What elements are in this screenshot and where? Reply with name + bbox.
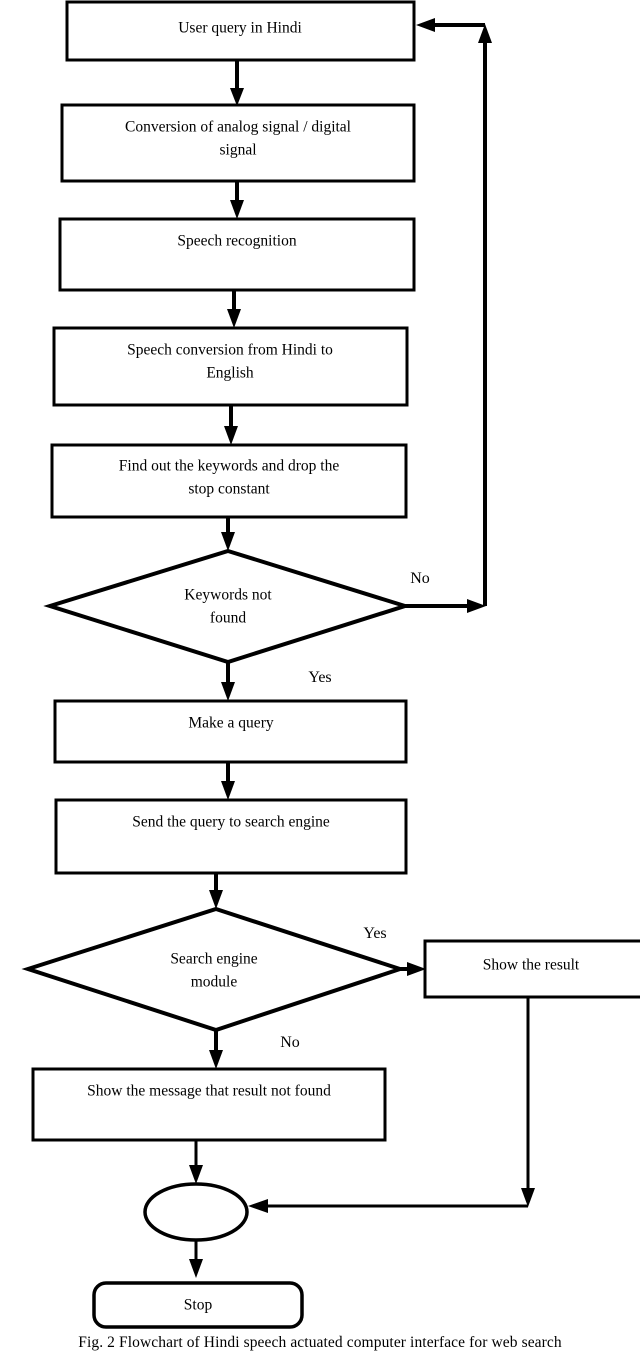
node-find-keywords-label-line2: stop constant	[188, 481, 270, 498]
edge-conversion-to-recognition	[230, 181, 244, 219]
node-make-query: Make a query	[53, 699, 408, 764]
edge-show-message-to-connector	[189, 1141, 203, 1184]
edge-label-search-no: No	[280, 1034, 300, 1051]
edge-recognition-to-conversion-english	[227, 290, 241, 328]
node-find-keywords: Find out the keywords and drop the stop …	[50, 443, 408, 519]
node-speech-conversion-label-line2: English	[206, 365, 254, 382]
node-stop: Stop	[92, 1281, 304, 1329]
flowchart-figure: User query in Hindi Conversion of analog…	[0, 0, 640, 1362]
node-show-message-label: Show the message that result not found	[87, 1083, 331, 1100]
edge-label-search-yes: Yes	[363, 925, 386, 942]
edge-conversion-english-to-keywords	[224, 405, 238, 445]
node-send-query: Send the query to search engine	[54, 798, 408, 875]
node-make-query-label: Make a query	[188, 715, 273, 732]
node-speech-conversion-label-line1: Speech conversion from Hindi to	[127, 342, 333, 359]
node-keywords-decision-label-line2: found	[210, 610, 246, 627]
edge-search-no-to-show-message	[209, 1030, 223, 1069]
node-show-message: Show the message that result not found	[31, 1067, 387, 1142]
edge-connector-to-stop	[189, 1240, 203, 1278]
flowchart-canvas: User query in Hindi Conversion of analog…	[21, 0, 640, 1329]
edge-send-query-to-search-decision	[209, 873, 223, 909]
node-find-keywords-label-line1: Find out the keywords and drop the	[119, 458, 340, 475]
edge-keywords-yes-to-make-query	[221, 663, 235, 701]
node-speech-recognition: Speech recognition	[58, 217, 416, 292]
node-speech-recognition-label: Speech recognition	[177, 233, 296, 250]
node-speech-conversion: Speech conversion from Hindi to English	[52, 326, 409, 407]
node-user-query-label: User query in Hindi	[178, 20, 302, 37]
node-signal-conversion: Conversion of analog signal / digital si…	[60, 103, 416, 183]
node-show-result-label: Show the result	[483, 957, 580, 974]
node-keywords-decision-label-line1: Keywords not	[184, 587, 272, 604]
node-signal-conversion-label-line2: signal	[219, 142, 256, 159]
node-stop-label: Stop	[184, 1297, 213, 1314]
edge-make-query-to-send-query	[221, 762, 235, 800]
node-search-engine-decision-label-line1: Search engine	[170, 951, 257, 968]
node-send-query-label: Send the query to search engine	[132, 814, 330, 831]
edge-keywords-no-feedback	[405, 18, 492, 613]
edge-label-keywords-no: No	[410, 570, 430, 587]
node-search-engine-decision: Search engine module	[21, 906, 407, 1033]
figure-caption: Fig. 2 Flowchart of Hindi speech actuate…	[78, 1334, 562, 1351]
node-search-engine-decision-label-line2: module	[191, 974, 238, 991]
edge-user-query-to-conversion	[230, 60, 244, 106]
node-show-result: Show the result	[423, 939, 640, 999]
edge-keywords-to-decision	[221, 517, 235, 551]
node-signal-conversion-label-line1: Conversion of analog signal / digital	[125, 119, 351, 136]
node-flow-connector	[143, 1182, 249, 1242]
node-user-query: User query in Hindi	[65, 0, 416, 62]
node-keywords-decision: Keywords not found	[43, 548, 412, 665]
edge-label-keywords-yes: Yes	[308, 669, 331, 686]
